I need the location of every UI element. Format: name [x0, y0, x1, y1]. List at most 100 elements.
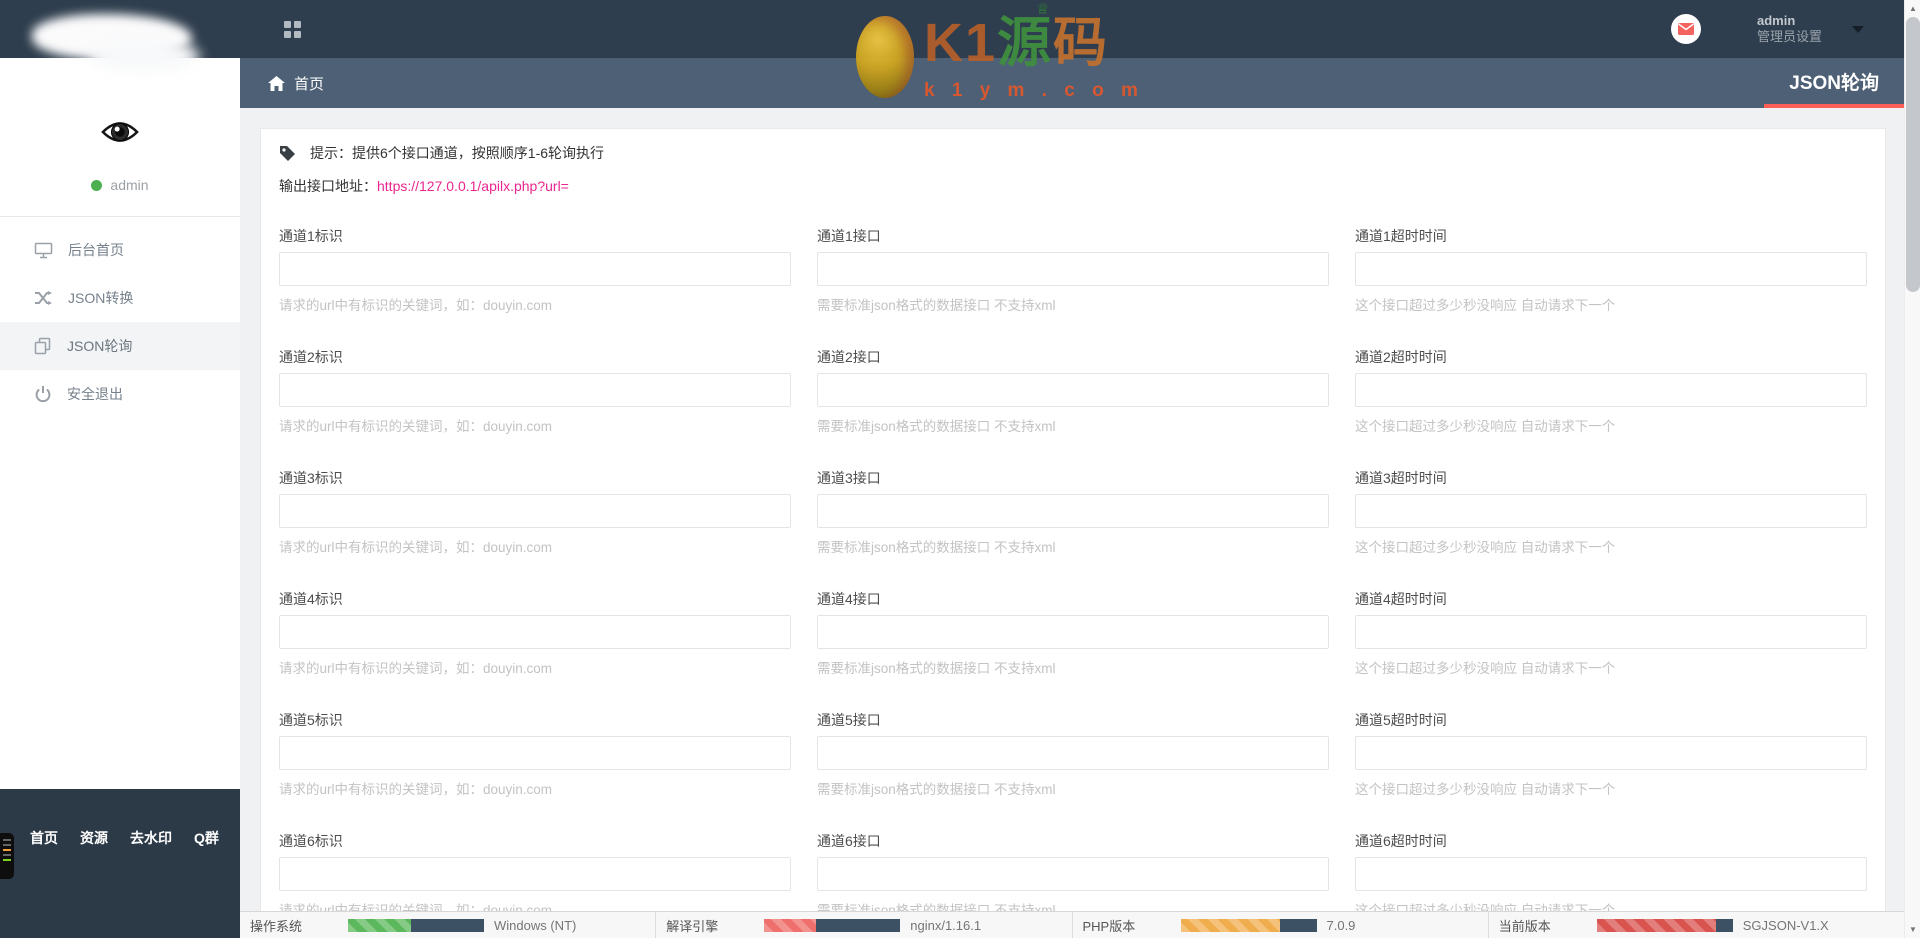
eye-icon [101, 122, 139, 142]
sidebar-item-label: 后台首页 [68, 242, 124, 258]
channel-4-ident-field: 通道4标识请求的url中有标识的关键词，如：douyin.com [279, 589, 791, 677]
sidebar-item-dashboard[interactable]: 后台首页 [0, 226, 240, 274]
channel-4-api-input[interactable] [817, 615, 1329, 649]
chevron-down-icon[interactable] [1852, 25, 1864, 33]
field-label: 通道5接口 [817, 712, 881, 728]
channel-6-ident-input[interactable] [279, 857, 791, 891]
field-label: 通道4标识 [279, 591, 343, 607]
channel-5-api-input[interactable] [817, 736, 1329, 770]
channel-3-api-input[interactable] [817, 494, 1329, 528]
channel-1-ident-input[interactable] [279, 252, 791, 286]
channel-2-ident-field: 通道2标识请求的url中有标识的关键词，如：douyin.com [279, 347, 791, 435]
scrollbar-up-arrow[interactable]: ▲ [1905, 4, 1920, 13]
breadcrumb[interactable]: 首页 [268, 58, 324, 108]
channel-4-ident-input[interactable] [279, 615, 791, 649]
breadcrumb-bar: 首页 JSON轮询 [240, 58, 1904, 108]
debug-toolbar-widget[interactable] [0, 833, 14, 879]
field-label: 通道1超时时间 [1355, 228, 1447, 244]
envelope-icon [1677, 23, 1694, 35]
field-label: 通道5超时时间 [1355, 712, 1447, 728]
channel-5-ident-input[interactable] [279, 736, 791, 770]
field-label: 通道2接口 [817, 349, 881, 365]
channel-4-api-field: 通道4接口 需要标准json格式的数据接口 不支持xml [817, 589, 1329, 677]
breadcrumb-home-label: 首页 [294, 75, 325, 93]
tag-icon [280, 145, 295, 161]
field-help: 请求的url中有标识的关键词，如：douyin.com [279, 419, 553, 434]
field-help: 请求的url中有标识的关键词，如：douyin.com [279, 540, 553, 555]
channel-3-ident-field: 通道3标识 请求的url中有标识的关键词，如：douyin.com [279, 468, 791, 556]
channel-5-ident-field: 通道5标识请求的url中有标识的关键词，如：douyin.com [279, 710, 791, 798]
channel-1-api-input[interactable] [817, 252, 1329, 286]
channel-6-ident-field: 通道6标识 请求的url中有标识的关键词，如：douyin.com [279, 831, 791, 911]
sidebar-menu: 后台首页 JSON转换 JSON轮询 安全退出 [0, 217, 240, 418]
output-url-link[interactable]: https://127.0.0.1/apilx.php?url= [377, 178, 569, 194]
channel-3-timeout-input[interactable] [1355, 494, 1867, 528]
channel-5-api-field: 通道5接口 需要标准json格式的数据接口 不支持xml [817, 710, 1329, 798]
avatar [101, 118, 139, 151]
channel-5-timeout-input[interactable] [1355, 736, 1867, 770]
message-button[interactable] [1670, 14, 1701, 44]
field-help: 这个接口超过多少秒没响应 自动请求下一个 [1355, 419, 1616, 434]
field-label: 通道2标识 [279, 349, 343, 365]
status-engine: 解译引擎 nginx/1.16.1 [656, 912, 1073, 938]
engine-progress-bar [764, 918, 901, 932]
shuffle-icon [35, 291, 52, 305]
monitor-icon [34, 242, 53, 258]
form-card: 提示：提供6个接口通道，按照顺序1-6轮询执行 输出接口地址：https://1… [260, 128, 1886, 911]
home-icon [268, 75, 285, 91]
status-version: 当前版本 SGJSON-V1.X [1489, 912, 1904, 938]
hint-row: 提示：提供6个接口通道，按照顺序1-6轮询执行 [279, 143, 1867, 163]
footer-link-qq-group[interactable]: Q群 [194, 828, 219, 848]
status-value: 7.0.9 [1326, 917, 1356, 933]
sidebar-item-logout[interactable]: 安全退出 [0, 370, 240, 418]
channel-1-ident-field: 通道1标识 请求的url中有标识的关键词，如：douyin.com [279, 226, 791, 314]
status-label: 操作系统 [250, 918, 303, 934]
field-help: 请求的url中有标识的关键词，如：douyin.com [279, 903, 553, 911]
apps-grid-icon[interactable] [284, 21, 301, 38]
status-os: 操作系统 Windows (NT) [240, 912, 657, 938]
sidebar-item-json-convert[interactable]: JSON转换 [0, 274, 240, 322]
channel-1-timeout-field: 通道1超时时间 这个接口超过多少秒没响应 自动请求下一个 [1355, 226, 1867, 314]
tab-json-poll[interactable]: JSON轮询 [1764, 58, 1904, 108]
footer-link-resources[interactable]: 资源 [80, 828, 108, 848]
sidebar: admin 后台首页 JSON转换 JSON轮询 安全退出 首页 资源 去水印 … [0, 0, 240, 938]
sidebar-username: admin [110, 177, 149, 193]
channel-2-timeout-field: 通道2超时时间 这个接口超过多少秒没响应 自动请求下一个 [1355, 347, 1867, 435]
field-help: 请求的url中有标识的关键词，如：douyin.com [279, 661, 553, 676]
field-label: 通道1标识 [279, 228, 343, 244]
channel-2-ident-input[interactable] [279, 373, 791, 407]
field-label: 通道3接口 [817, 470, 881, 486]
sidebar-footer: 首页 资源 去水印 Q群 [0, 789, 240, 938]
field-help: 这个接口超过多少秒没响应 自动请求下一个 [1355, 540, 1616, 555]
channel-3-ident-input[interactable] [279, 494, 791, 528]
channel-4-timeout-input[interactable] [1355, 615, 1867, 649]
channel-1-timeout-input[interactable] [1355, 252, 1867, 286]
power-icon [35, 386, 51, 403]
page-scrollbar[interactable]: ▲ ▼ [1904, 0, 1920, 938]
footer-link-remove-watermark[interactable]: 去水印 [130, 828, 172, 848]
field-label: 通道6接口 [817, 833, 881, 849]
channel-6-api-field: 通道6接口 需要标准json格式的数据接口 不支持xml [817, 831, 1329, 911]
scrollbar-thumb[interactable] [1906, 17, 1920, 292]
field-help: 需要标准json格式的数据接口 不支持xml [817, 661, 1056, 676]
user-menu[interactable]: admin 管理员设置 [1757, 13, 1822, 46]
main-content: 提示：提供6个接口通道，按照顺序1-6轮询执行 输出接口地址：https://1… [240, 108, 1904, 911]
sidebar-item-label: 安全退出 [67, 386, 123, 402]
field-help: 请求的url中有标识的关键词，如：douyin.com [279, 782, 553, 797]
channel-6-timeout-input[interactable] [1355, 857, 1867, 891]
channel-6-api-input[interactable] [817, 857, 1329, 891]
status-value: Windows (NT) [494, 917, 577, 933]
scrollbar-down-arrow[interactable]: ▼ [1905, 925, 1920, 934]
channel-5-timeout-field: 通道5超时时间 这个接口超过多少秒没响应 自动请求下一个 [1355, 710, 1867, 798]
channel-1-api-field: 通道1接口 需要标准json格式的数据接口 不支持xml [817, 226, 1329, 314]
channel-2-api-input[interactable] [817, 373, 1329, 407]
field-help: 需要标准json格式的数据接口 不支持xml [817, 540, 1056, 555]
footer-link-home[interactable]: 首页 [30, 828, 58, 848]
php-progress-bar [1180, 918, 1317, 932]
field-label: 通道5标识 [279, 712, 343, 728]
field-help: 需要标准json格式的数据接口 不支持xml [817, 298, 1056, 313]
sidebar-item-json-poll[interactable]: JSON轮询 [0, 322, 240, 370]
channel-2-timeout-input[interactable] [1355, 373, 1867, 407]
top-navbar: admin 管理员设置 [240, 0, 1904, 58]
copy-icon [34, 337, 51, 355]
